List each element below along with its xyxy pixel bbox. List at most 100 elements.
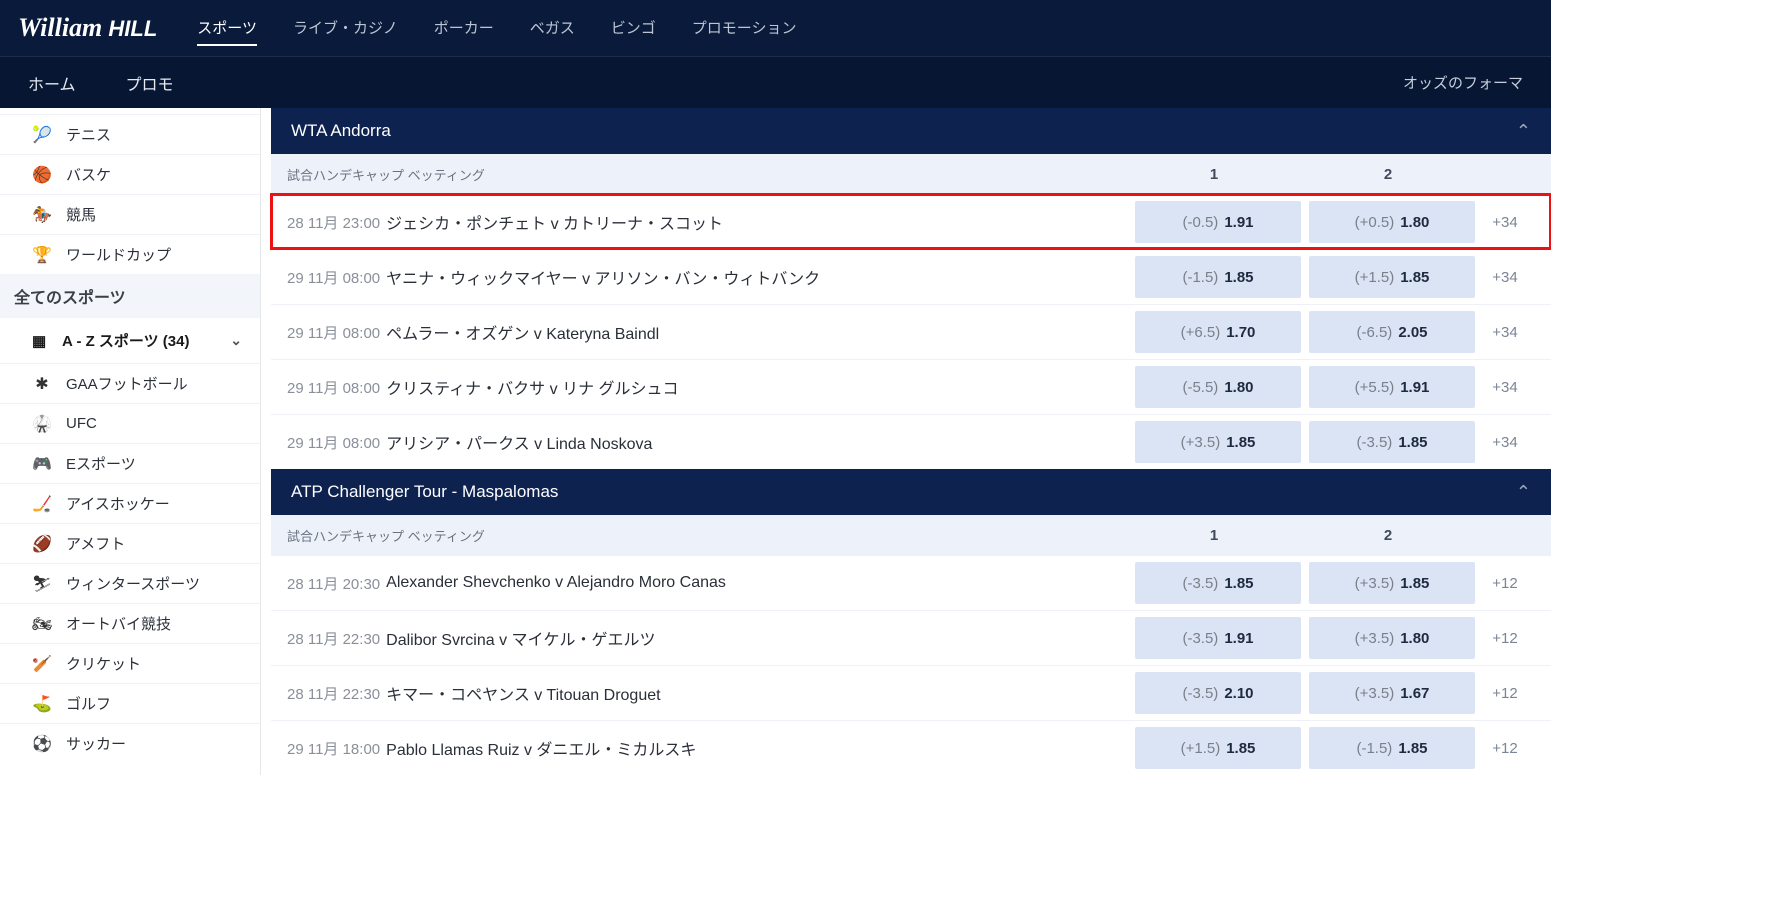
odds-button-2[interactable]: (+0.5) 1.80 [1309,201,1475,243]
sidebar-sport-0[interactable]: ✱GAAフットボール [0,363,260,403]
more-bets-link[interactable]: +12 [1475,740,1535,757]
subnav-item-0[interactable]: ホーム [28,71,76,95]
section-title: ATP Challenger Tour - Maspalomas [291,482,558,502]
more-bets-link[interactable]: +12 [1475,685,1535,702]
section-header[interactable]: WTA Andorra⌃ [271,108,1551,154]
sidebar-sport-8[interactable]: ⛳ゴルフ [0,683,260,723]
odds-button-1[interactable]: (-3.5)1.85 [1135,562,1301,604]
odds-button-2[interactable]: (+1.5) 1.85 [1309,256,1475,298]
handicap-1: (-5.5) [1182,379,1218,396]
odds-value-2: 1.85 [1400,269,1429,286]
match-row: 29 11月 08:00クリスティナ・バクサ v リナ グルシュコ(-5.5)1… [271,359,1551,414]
main-content: WTA Andorra⌃試合ハンデキャップ ベッティング1228 11月 23:… [261,108,1551,775]
topnav-item-5[interactable]: プロモーション [692,11,797,46]
sidebar-sport-3[interactable]: 🏒アイスホッケー [0,483,260,523]
sidebar-sport-2[interactable]: 🎮Eスポーツ [0,443,260,483]
topnav-item-2[interactable]: ポーカー [434,11,494,46]
sidebar-top-2[interactable]: 🏇競馬 [0,194,260,234]
match-datetime: 28 11月 20:30 [287,573,380,594]
sport-icon: 🏏 [32,654,52,674]
sidebar-sport-7[interactable]: 🏏クリケット [0,643,260,683]
odds-button-2[interactable]: (+3.5)1.80 [1309,617,1475,659]
handicap-1: (-1.5) [1182,269,1218,286]
handicap-2: (+3.5) [1355,685,1395,702]
more-bets-link[interactable]: +34 [1475,214,1535,231]
odds-button-2[interactable]: (-1.5)1.85 [1309,727,1475,769]
sport-icon: ⛷ [32,574,52,594]
sidebar-sport-label: オートバイ競技 [66,613,171,634]
topnav-item-3[interactable]: ベガス [530,11,575,46]
more-bets-link[interactable]: +34 [1475,269,1535,286]
match-datetime: 29 11月 08:00 [287,432,380,453]
sidebar-sport-6[interactable]: 🏍 オートバイ競技 [0,603,260,643]
odds-button-2[interactable]: (-6.5)2.05 [1309,311,1475,353]
match-datetime: 29 11月 18:00 [287,738,380,759]
odds-button-1[interactable]: (-3.5)2.10 [1135,672,1301,714]
column-header-row: 試合ハンデキャップ ベッティング12 [271,515,1551,555]
sport-icon: 🏍 [32,614,52,634]
sidebar-top-0[interactable]: 🎾テニス [0,114,260,154]
sidebar: 🎾テニス🏀バスケ🏇競馬🏆ワールドカップ 全てのスポーツ ▦ A - Z スポーツ… [0,108,261,775]
odds-value-2: 1.85 [1398,740,1427,757]
odds-value-2: 1.80 [1400,630,1429,647]
odds-value-1: 1.85 [1224,575,1253,592]
sidebar-sport-label: GAAフットボール [66,373,188,394]
more-bets-link[interactable]: +34 [1475,379,1535,396]
match-row: 29 11月 18:00 Pablo Llamas Ruiz v ダニエル・ミカル… [271,720,1551,775]
brand-logo[interactable]: William HILL [18,13,157,43]
chevron-up-icon: ⌃ [1516,482,1531,503]
handicap-1: (+3.5) [1181,434,1221,451]
col-head-1: 1 [1131,527,1297,544]
topnav-item-1[interactable]: ライブ・カジノ [293,11,398,46]
column-header-row: 試合ハンデキャップ ベッティング12 [271,154,1551,194]
topnav-item-0[interactable]: スポーツ [197,11,257,46]
subnav-item-1[interactable]: プロモ [126,71,174,95]
odds-button-1[interactable]: (-0.5)1.91 [1135,201,1301,243]
sidebar-sport-4[interactable]: 🏈アメフト [0,523,260,563]
sport-icon: 🏈 [32,534,52,554]
odds-button-1[interactable]: (+6.5)1.70 [1135,311,1301,353]
more-bets-link[interactable]: +12 [1475,630,1535,647]
sidebar-top-3[interactable]: 🏆ワールドカップ [0,234,260,274]
sidebar-sport-label: サッカー [66,733,126,754]
odds-button-2[interactable]: (+3.5)1.85 [1309,562,1475,604]
match-row: 29 11月 08:00アリシア・パークス v Linda Noskova(+3… [271,414,1551,469]
match-title[interactable]: クリスティナ・バクサ v リナ グルシュコ [386,375,1135,399]
odds-button-1[interactable]: (+1.5)1.85 [1135,727,1301,769]
section-header[interactable]: ATP Challenger Tour - Maspalomas ⌃ [271,469,1551,515]
match-title[interactable]: Pablo Llamas Ruiz v ダニエル・ミカルスキ [386,736,1135,760]
more-bets-link[interactable]: +34 [1475,434,1535,451]
odds-button-2[interactable]: (+3.5)1.67 [1309,672,1475,714]
odds-button-1[interactable]: (-3.5)1.91 [1135,617,1301,659]
match-title[interactable]: ジェシカ・ポンチェト v カトリーナ・スコット [386,210,1135,234]
chevron-up-icon: ⌃ [1516,121,1531,142]
handicap-2: (+1.5) [1355,269,1395,286]
odds-button-2[interactable]: (+5.5)1.91 [1309,366,1475,408]
logo-script: William [18,13,102,42]
odds-button-2[interactable]: (-3.5)1.85 [1309,421,1475,463]
odds-button-1[interactable]: (-1.5)1.85 [1135,256,1301,298]
bet-type-label: 試合ハンデキャップ ベッティング [287,165,1131,184]
more-bets-link[interactable]: +34 [1475,324,1535,341]
odds-format-link[interactable]: オッズのフォーマ [1403,72,1523,93]
sidebar-sport-5[interactable]: ⛷ウィンタースポーツ [0,563,260,603]
match-title[interactable]: ヤニナ・ウィックマイヤー v アリソン・バン・ウィトバンク [386,265,1135,289]
sidebar-all-sports-header: 全てのスポーツ [0,274,260,318]
more-bets-link[interactable]: +12 [1475,575,1535,592]
topnav-item-4[interactable]: ビンゴ [611,11,656,46]
match-datetime: 28 11月 22:30 [287,683,380,704]
handicap-2: (+0.5) [1355,214,1395,231]
sidebar-sport-9[interactable]: ⚽サッカー [0,723,260,763]
odds-button-1[interactable]: (+3.5)1.85 [1135,421,1301,463]
sidebar-sport-1[interactable]: 🥋UFC [0,403,260,443]
match-title[interactable]: ペムラー・オズゲン v Kateryna Baindl [386,320,1135,344]
match-title[interactable]: キマー・コペヤンス v Titouan Droguet [386,681,1135,705]
match-title[interactable]: Alexander Shevchenko v Alejandro Moro Ca… [386,574,1135,592]
odds-value-2: 1.80 [1400,214,1429,231]
sidebar-top-1[interactable]: 🏀バスケ [0,154,260,194]
sidebar-az-sports[interactable]: ▦ A - Z スポーツ (34) ⌄ [0,318,260,363]
match-title[interactable]: Dalibor Svrcina v マイケル・ゲエルツ [386,626,1135,650]
match-title[interactable]: アリシア・パークス v Linda Noskova [386,430,1135,454]
odds-button-1[interactable]: (-5.5)1.80 [1135,366,1301,408]
sport-icon: 🥋 [32,414,52,434]
